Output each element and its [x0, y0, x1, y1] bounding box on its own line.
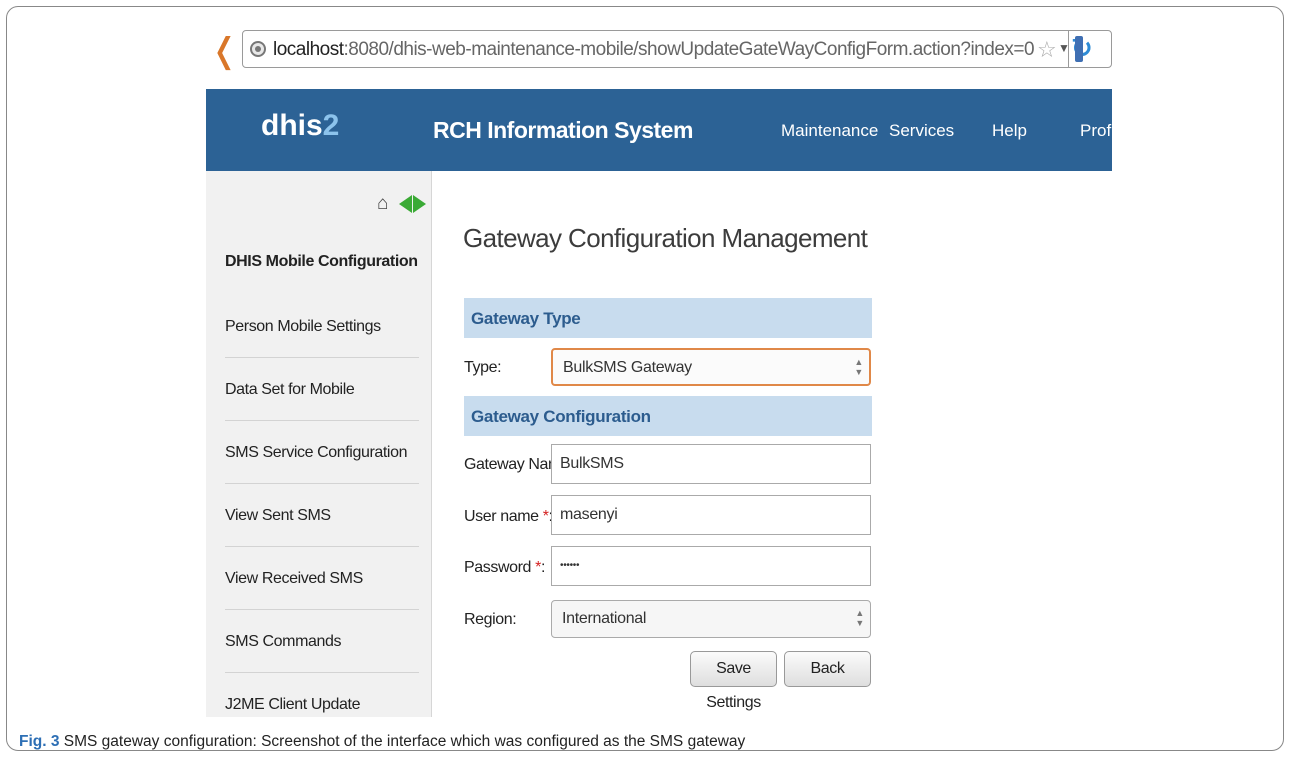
sidebar-item-view-sent-sms[interactable]: View Sent SMS	[225, 485, 419, 547]
browser-toolbar: ❬ localhost:8080/dhis-web-maintenance-mo…	[206, 27, 1112, 87]
sidebar-item-person-mobile-settings[interactable]: Person Mobile Settings	[225, 296, 419, 358]
gateway-name-input[interactable]: BulkSMS	[551, 444, 871, 484]
bookmark-star-icon[interactable]: ☆	[1037, 37, 1057, 63]
page-title: Gateway Configuration Management	[463, 223, 868, 253]
nav-help[interactable]: Help	[992, 121, 1027, 141]
username-input[interactable]: masenyi	[551, 495, 871, 535]
logo-suffix: 2	[322, 109, 340, 142]
gateway-type-value: BulkSMS Gateway	[563, 359, 692, 376]
app-header: dhis2 RCH Information System Maintenance…	[206, 89, 1112, 171]
sidebar-item-data-set-for-mobile[interactable]: Data Set for Mobile	[225, 359, 419, 421]
url-path: :8080/dhis-web-maintenance-mobile/showUp…	[343, 39, 1035, 60]
sidebar-item-view-received-sms[interactable]: View Received SMS	[225, 548, 419, 610]
figure-number: Fig. 3	[19, 733, 60, 750]
nav-services[interactable]: Services	[889, 121, 954, 141]
section-gateway-type: Gateway Type	[464, 298, 872, 338]
logo-main: dhis	[261, 109, 323, 142]
sidebar-item-sms-service-configuration[interactable]: SMS Service Configuration	[225, 422, 419, 484]
sidebar-item-sms-commands[interactable]: SMS Commands	[225, 611, 419, 673]
password-label-colon: :	[540, 559, 545, 576]
address-bar[interactable]: localhost:8080/dhis-web-maintenance-mobi…	[242, 30, 1112, 68]
region-select[interactable]: International ▲ ▼	[551, 600, 871, 638]
region-value: International	[562, 610, 647, 627]
username-label-text: User name	[464, 508, 543, 525]
figure-frame: ❬ localhost:8080/dhis-web-maintenance-mo…	[6, 6, 1284, 751]
password-input[interactable]: ••••••	[551, 546, 871, 586]
password-label-text: Password	[464, 559, 536, 576]
system-title: RCH Information System	[433, 117, 693, 143]
sidebar-item-j2me-client-update[interactable]: J2ME Client Update	[225, 674, 419, 717]
sidebar-title[interactable]: DHIS Mobile Configuration	[225, 231, 419, 293]
site-info-icon[interactable]	[250, 41, 266, 57]
arrow-right-icon[interactable]	[413, 195, 426, 213]
url-text: localhost:8080/dhis-web-maintenance-mobi…	[273, 39, 1035, 61]
main-content: Gateway Configuration Management Gateway…	[433, 171, 1112, 717]
region-label: Region:	[464, 611, 517, 628]
screenshot: ❬ localhost:8080/dhis-web-maintenance-mo…	[206, 27, 1112, 717]
figure-caption: Fig. 3 SMS gateway configuration: Screen…	[19, 733, 746, 750]
search-field-edge[interactable]	[1068, 30, 1112, 68]
home-icon[interactable]: ⌂	[377, 193, 388, 215]
select-spinner-icon: ▲ ▼	[855, 608, 864, 628]
nav-maintenance[interactable]: Maintenance	[781, 121, 878, 141]
caption-text: SMS gateway configuration: Screenshot of…	[59, 733, 746, 750]
arrow-left-icon[interactable]	[399, 195, 412, 213]
section-gateway-configuration: Gateway Configuration	[464, 396, 872, 436]
url-host: localhost	[273, 39, 344, 60]
type-label: Type:	[464, 359, 502, 376]
sidebar: ⌂ DHIS Mobile Configuration Person Mobil…	[206, 171, 432, 717]
gateway-type-select[interactable]: BulkSMS Gateway ▲ ▼	[551, 348, 871, 386]
nav-profile[interactable]: Profil	[1080, 121, 1112, 141]
select-spinner-icon: ▲ ▼	[854, 357, 863, 377]
password-label: Password *:	[464, 559, 545, 577]
save-settings-button[interactable]: Save Settings	[690, 651, 777, 711]
back-button[interactable]: Back	[784, 651, 871, 687]
username-label: User name *:	[464, 508, 553, 526]
dhis2-logo[interactable]: dhis2	[261, 109, 339, 143]
back-arrow-icon[interactable]: ❬	[210, 31, 239, 71]
